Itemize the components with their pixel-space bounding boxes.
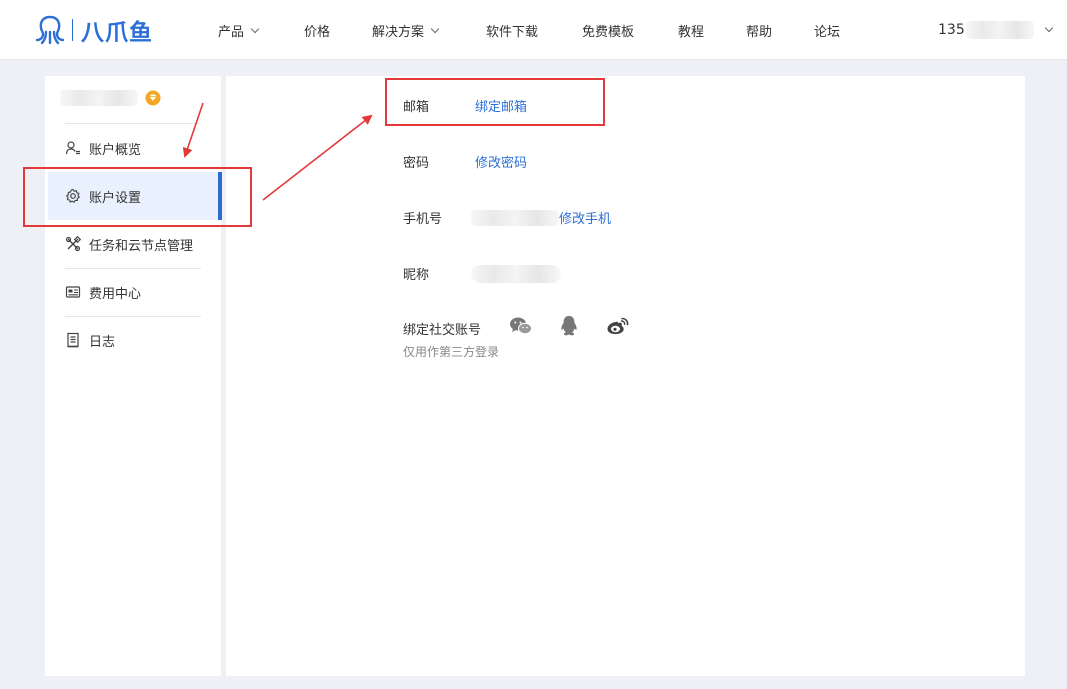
social-label: 绑定社交账号 bbox=[403, 323, 482, 338]
username-redacted bbox=[60, 90, 138, 106]
social-hint: 仅用作第三方登录 bbox=[403, 345, 500, 359]
nav-download[interactable]: 软件下载 bbox=[486, 21, 538, 40]
nickname-label: 昵称 bbox=[403, 268, 430, 283]
nav-pricing-label: 价格 bbox=[304, 25, 331, 40]
bind-email-link[interactable]: 绑定邮箱 bbox=[475, 96, 527, 115]
username-prefix: 135 bbox=[938, 22, 965, 38]
sidebar-item-label: 账户设置 bbox=[89, 190, 142, 206]
phone-number-redacted bbox=[471, 209, 559, 226]
social-row: 绑定社交账号 bbox=[403, 319, 503, 338]
user-icon bbox=[65, 140, 81, 156]
profile-summary bbox=[60, 90, 161, 106]
logo-separator bbox=[72, 19, 73, 41]
nav-forum-label: 论坛 bbox=[814, 25, 841, 40]
sidebar-item-overview[interactable]: 账户概览 bbox=[45, 124, 221, 172]
nav-download-label: 软件下载 bbox=[486, 25, 539, 40]
weibo-icon[interactable] bbox=[606, 315, 630, 337]
wechat-icon[interactable] bbox=[509, 315, 533, 337]
billing-card-icon bbox=[65, 284, 81, 300]
email-row: 邮箱 绑定邮箱 bbox=[403, 96, 527, 115]
nickname-redacted bbox=[471, 264, 561, 283]
sidebar-item-tasks[interactable]: 任务和云节点管理 bbox=[45, 220, 221, 268]
phone-row: 手机号 修改手机 bbox=[403, 208, 611, 227]
nav-templates[interactable]: 免费模板 bbox=[582, 21, 634, 40]
diamond-badge-icon bbox=[145, 90, 161, 106]
sidebar-item-label: 账户概览 bbox=[89, 142, 142, 158]
password-row: 密码 修改密码 bbox=[403, 152, 527, 171]
nav-products-label: 产品 bbox=[218, 25, 245, 40]
nav-forum[interactable]: 论坛 bbox=[814, 21, 840, 40]
phone-label: 手机号 bbox=[403, 212, 443, 227]
nav-products[interactable]: 产品 bbox=[218, 21, 260, 40]
nav-solutions-label: 解决方案 bbox=[372, 25, 425, 40]
password-label: 密码 bbox=[403, 156, 430, 171]
email-label: 邮箱 bbox=[403, 100, 430, 115]
chevron-down-icon bbox=[250, 24, 260, 33]
top-navbar: 八爪鱼 产品 价格 解决方案 软件下载 免费模板 教程 帮助 论坛 135 bbox=[0, 0, 1067, 60]
nav-help[interactable]: 帮助 bbox=[746, 21, 772, 40]
account-settings-panel: 邮箱 绑定邮箱 密码 修改密码 手机号 修改手机 昵称 绑定社交账号 仅用作第三… bbox=[226, 76, 1025, 676]
nav-pricing[interactable]: 价格 bbox=[304, 21, 330, 40]
user-menu[interactable]: 135 bbox=[938, 21, 1053, 39]
nickname-row: 昵称 bbox=[403, 264, 561, 283]
sidebar-item-billing[interactable]: 费用中心 bbox=[45, 268, 221, 316]
change-password-link[interactable]: 修改密码 bbox=[475, 152, 527, 171]
logo[interactable]: 八爪鱼 bbox=[34, 13, 153, 47]
log-document-icon bbox=[65, 332, 81, 348]
chevron-down-icon bbox=[430, 24, 440, 33]
active-indicator bbox=[218, 172, 222, 220]
octopus-logo-icon bbox=[34, 14, 66, 46]
sidebar-item-settings[interactable]: 账户设置 bbox=[48, 172, 222, 220]
logo-text: 八爪鱼 bbox=[81, 20, 153, 46]
sidebar-item-label: 费用中心 bbox=[89, 286, 142, 302]
chevron-down-icon bbox=[1044, 23, 1053, 33]
username-redacted bbox=[965, 21, 1034, 39]
sidebar-item-label: 日志 bbox=[89, 334, 116, 350]
nav-templates-label: 免费模板 bbox=[582, 25, 635, 40]
nav-solutions[interactable]: 解决方案 bbox=[372, 21, 440, 40]
qq-icon[interactable] bbox=[557, 315, 581, 337]
change-phone-link[interactable]: 修改手机 bbox=[559, 208, 611, 227]
nav-tutorials[interactable]: 教程 bbox=[678, 21, 704, 40]
tools-icon bbox=[65, 236, 81, 252]
sidebar-item-logs[interactable]: 日志 bbox=[45, 316, 221, 364]
nav-tutorials-label: 教程 bbox=[678, 25, 705, 40]
nav-help-label: 帮助 bbox=[746, 25, 773, 40]
sidebar: 账户概览 账户设置 任务和云节点管理 费用中心 日志 bbox=[45, 76, 222, 676]
gear-icon bbox=[65, 188, 81, 204]
sidebar-item-label: 任务和云节点管理 bbox=[89, 238, 194, 254]
